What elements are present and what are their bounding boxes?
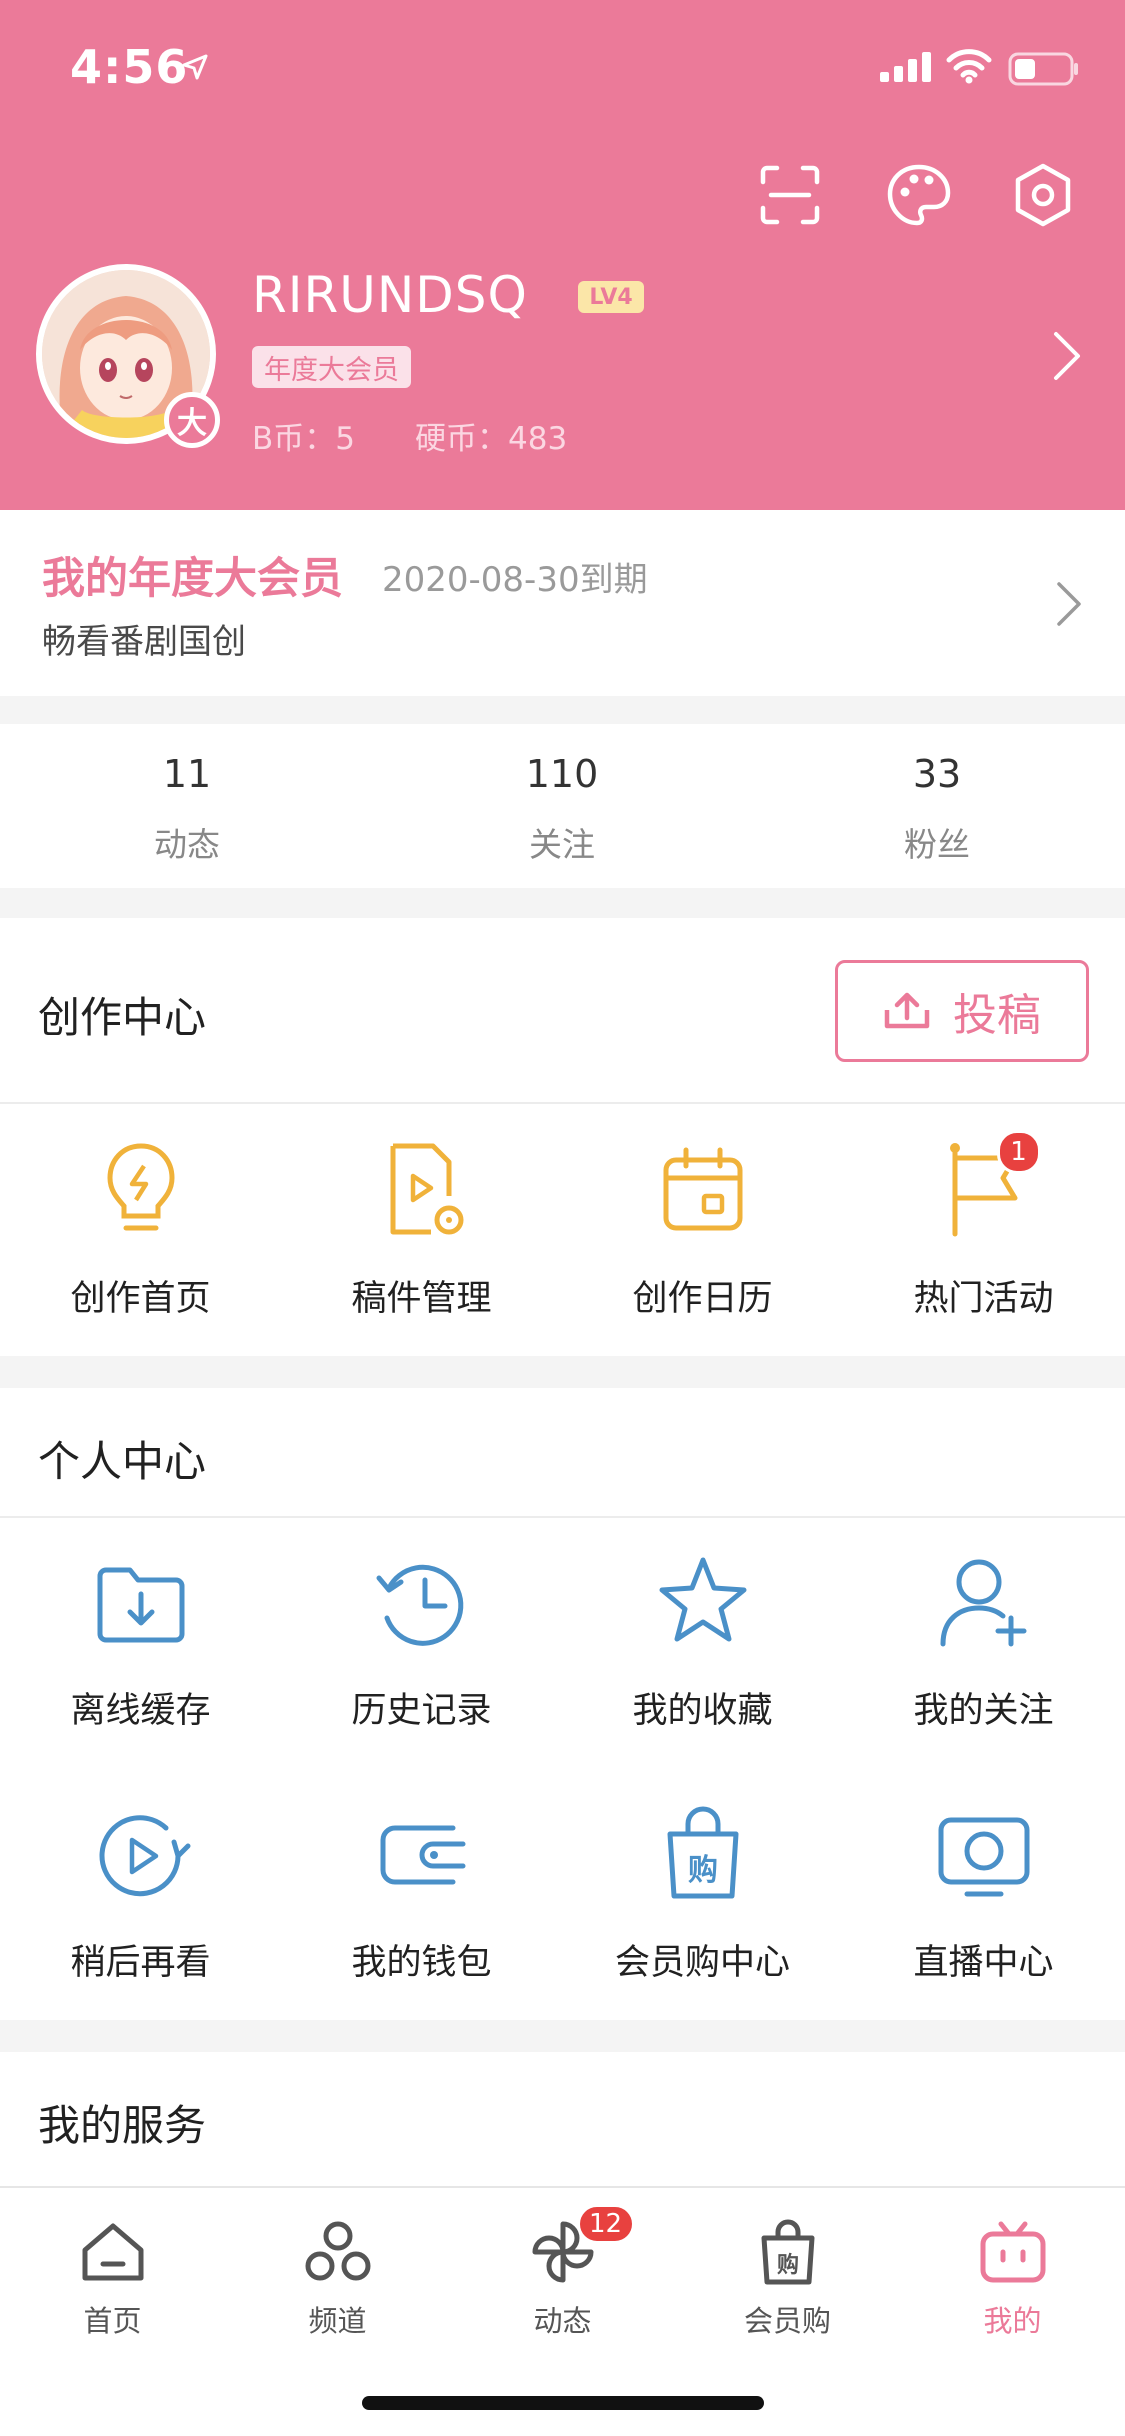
home-indicator[interactable]	[362, 2396, 764, 2410]
grid-item-label: 我的钱包	[351, 1943, 492, 1983]
stat-fans[interactable]: 33 粉丝	[812, 752, 1062, 866]
channel-icon	[305, 2221, 370, 2281]
section-title: 创作中心	[38, 993, 207, 1042]
stat-value: 11	[162, 752, 212, 796]
grid-item-label: 热门活动	[913, 1279, 1054, 1319]
notification-badge: 12	[576, 2204, 635, 2244]
grid-item-label: 离线缓存	[70, 1691, 211, 1731]
vip-expire-date: 2020-08-30到期	[382, 560, 648, 600]
grid-item-label: 创作日历	[632, 1279, 773, 1319]
upload-icon	[884, 992, 930, 1029]
grid-item-label: 稿件管理	[351, 1279, 492, 1319]
b-coin-balance: B币：5	[252, 421, 355, 457]
stat-label: 关注	[529, 825, 595, 864]
coin-balance: 硬币：483	[415, 421, 568, 457]
wifi-icon	[946, 49, 992, 84]
section-title: 我的服务	[38, 2101, 207, 2150]
calendar-icon	[663, 1147, 742, 1231]
grid-item-label: 我的关注	[913, 1691, 1054, 1731]
divider	[0, 1516, 1125, 1518]
grid-item-hot-activities[interactable]: 1 热门活动	[843, 1130, 1124, 1321]
grid-item-manuscript-management[interactable]: 稿件管理	[281, 1136, 562, 1321]
cellular-signal-icon	[880, 52, 931, 82]
grid-item-label: 创作首页	[70, 1279, 211, 1319]
tv-mascot-icon	[980, 2221, 1045, 2283]
tab-home[interactable]: 首页	[0, 2216, 225, 2340]
grid-item-favorites[interactable]: 我的收藏	[562, 1548, 843, 1733]
lightbulb-icon	[106, 1143, 175, 1231]
home-icon	[82, 2223, 143, 2281]
grid-item-history[interactable]: 历史记录	[281, 1548, 562, 1733]
grid-item-label: 我的收藏	[632, 1691, 773, 1731]
tab-label: 我的	[983, 2304, 1042, 2338]
stats-bar: 11 动态 110 关注 33 粉丝	[0, 724, 1125, 888]
settings-icon[interactable]	[1010, 162, 1076, 228]
level-badge: LV4	[578, 281, 644, 313]
my-services-section: 我的服务	[0, 2052, 1125, 2186]
vip-tag: 年度大会员	[252, 346, 411, 388]
document-video-icon	[390, 1143, 463, 1235]
grid-item-label: 直播中心	[913, 1943, 1054, 1983]
stat-value: 33	[912, 752, 962, 796]
vip-card[interactable]: 我的年度大会员 2020-08-30到期 畅看番剧国创	[0, 510, 1125, 696]
divider	[0, 1102, 1125, 1104]
scan-icon[interactable]	[757, 162, 823, 228]
username[interactable]: RIRUNDSQ	[252, 266, 528, 324]
vip-subtitle: 畅看番剧国创	[42, 622, 246, 662]
download-folder-icon	[97, 1567, 184, 1643]
wallet-icon	[380, 1825, 465, 1885]
vip-title: 我的年度大会员	[42, 554, 343, 604]
svg-text:购: 购	[688, 1853, 718, 1888]
profile-screen: 4:56 大 RIRUNDSQ LV4 年度大会员 B币：5 硬币：483 我的…	[0, 0, 1125, 2436]
stat-label: 粉丝	[904, 825, 970, 864]
location-arrow-icon	[182, 54, 208, 80]
status-time: 4:56	[70, 40, 189, 94]
grid-item-label: 稍后再看	[70, 1943, 211, 1983]
stat-label: 动态	[154, 825, 220, 864]
theme-palette-icon[interactable]	[886, 162, 952, 228]
grid-item-watch-later[interactable]: 稍后再看	[0, 1800, 281, 1985]
svg-text:购: 购	[776, 2252, 798, 2278]
grid-item-label: 历史记录	[351, 1691, 492, 1731]
coin-balances: B币：5 硬币：483	[252, 413, 567, 458]
grid-item-wallet[interactable]: 我的钱包	[281, 1800, 562, 1985]
stat-following[interactable]: 110 关注	[437, 752, 687, 866]
watch-later-icon	[99, 1815, 190, 1897]
grid-item-creation-calendar[interactable]: 创作日历	[562, 1136, 843, 1321]
tab-mine[interactable]: 我的	[900, 2216, 1125, 2340]
tab-label: 动态	[533, 2304, 592, 2338]
tab-dynamics[interactable]: 12 动态	[450, 2204, 675, 2340]
tab-label: 首页	[83, 2304, 142, 2338]
live-tv-icon	[938, 1817, 1029, 1897]
notification-badge: 1	[996, 1130, 1041, 1174]
shopping-bag-icon: 购	[761, 2219, 814, 2285]
section-title: 个人中心	[38, 1437, 207, 1486]
star-icon	[659, 1557, 746, 1642]
grid-item-creation-home[interactable]: 创作首页	[0, 1136, 281, 1321]
history-clock-icon	[376, 1564, 463, 1646]
grid-item-live-center[interactable]: 直播中心	[843, 1800, 1124, 1985]
grid-item-label: 会员购中心	[614, 1943, 790, 1983]
grid-item-offline-cache[interactable]: 离线缓存	[0, 1548, 281, 1733]
chevron-right-icon[interactable]	[1050, 330, 1084, 382]
grid-item-my-following[interactable]: 我的关注	[843, 1548, 1124, 1733]
submit-button[interactable]: 投稿	[835, 960, 1089, 1062]
tab-member-shop[interactable]: 购 会员购	[675, 2216, 900, 2340]
battery-icon	[1008, 52, 1078, 86]
tab-channel[interactable]: 频道	[225, 2216, 450, 2340]
stat-dynamics[interactable]: 11 动态	[62, 752, 312, 866]
stat-value: 110	[525, 752, 599, 796]
shopping-bag-icon: 购	[667, 1806, 738, 1899]
grid-item-member-shop-center[interactable]: 购 会员购中心	[562, 1800, 843, 1985]
tab-label: 频道	[308, 2304, 367, 2338]
tab-label: 会员购	[743, 2304, 831, 2338]
submit-button-label: 投稿	[953, 990, 1041, 1041]
profile-header: 4:56 大 RIRUNDSQ LV4 年度大会员 B币：5 硬币：483	[0, 0, 1125, 510]
vip-avatar-badge: 大	[164, 392, 220, 448]
add-user-icon	[940, 1559, 1026, 1647]
chevron-right-icon	[1057, 582, 1081, 626]
